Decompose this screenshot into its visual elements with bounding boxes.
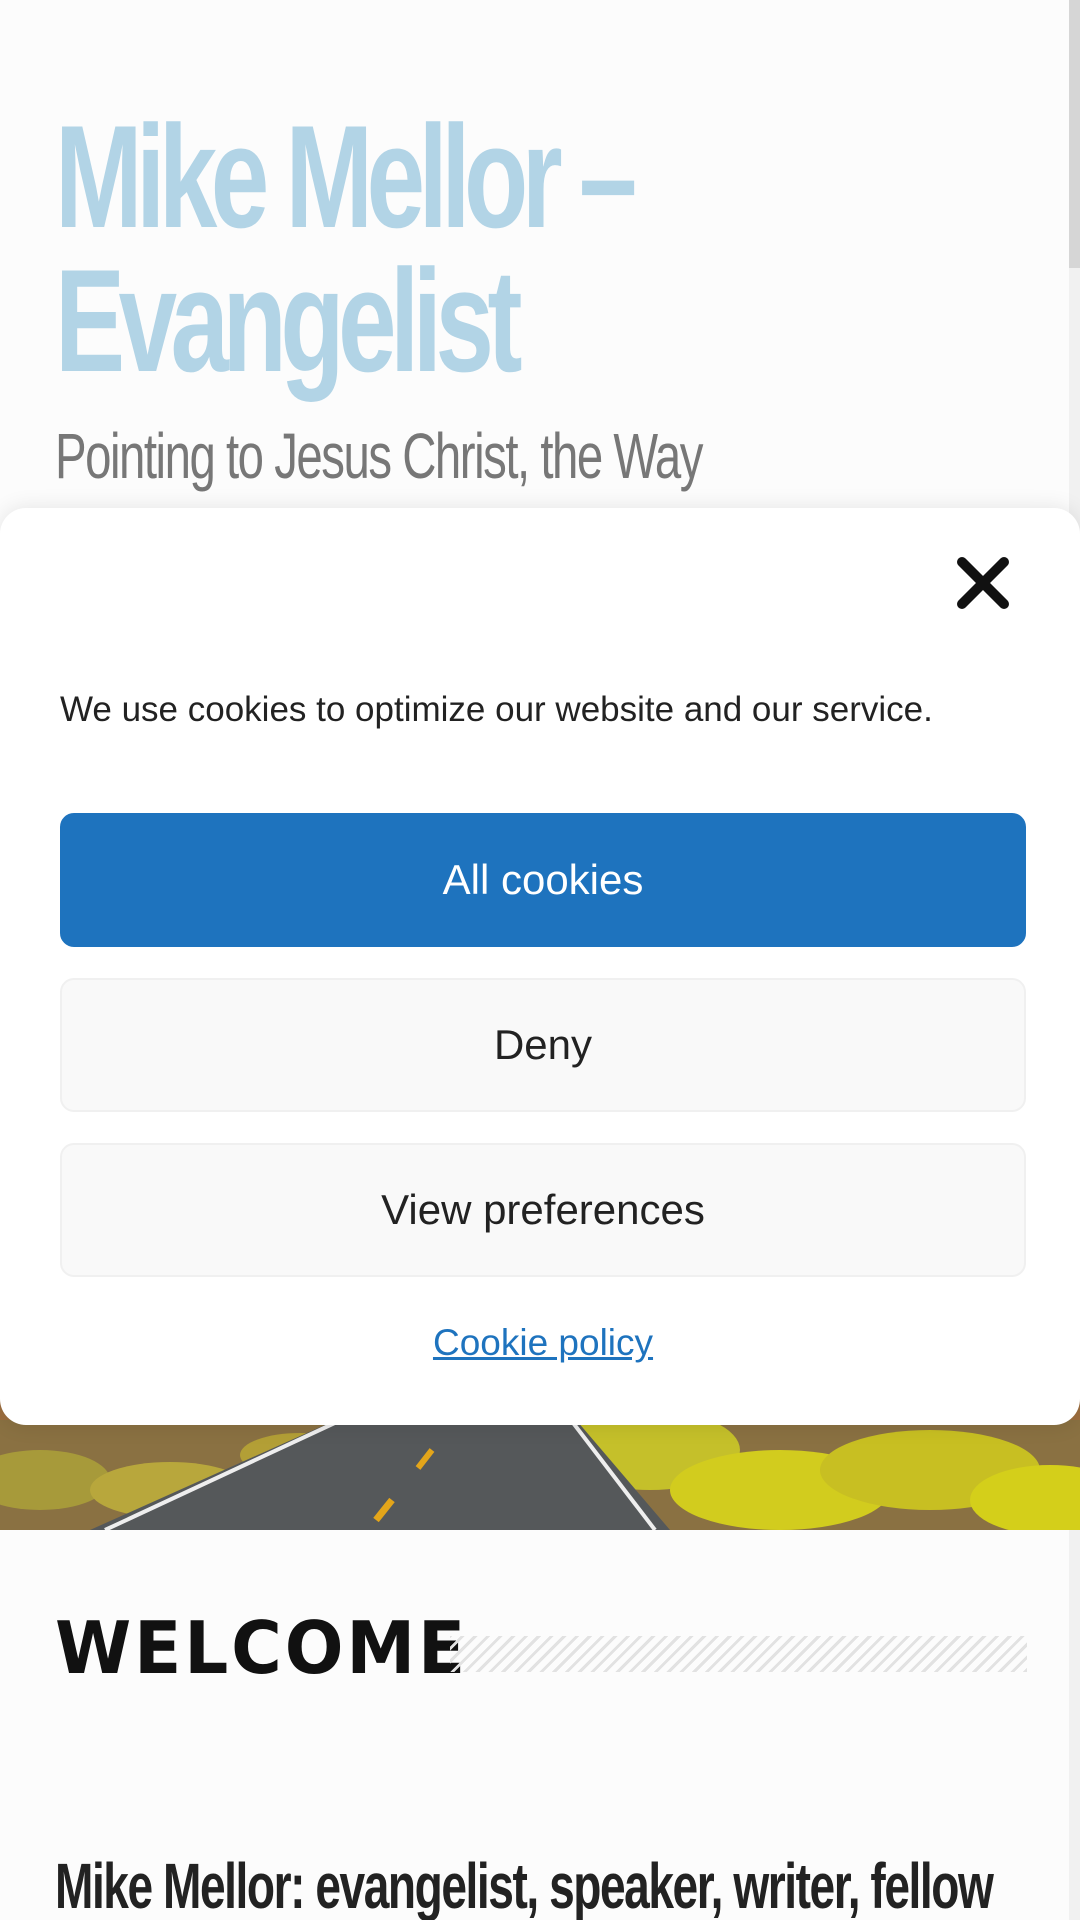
cookie-message: We use cookies to optimize our website a… <box>60 690 933 729</box>
welcome-section: WELCOME <box>55 1608 1027 1688</box>
site-title[interactable]: Mike Mellor – Evangelist <box>55 104 703 394</box>
site-title-line-2[interactable]: Evangelist <box>55 248 703 394</box>
view-preferences-button[interactable]: View preferences <box>60 1143 1026 1277</box>
cookie-policy-link[interactable]: Cookie policy <box>0 1320 1080 1366</box>
site-tagline: Pointing to Jesus Christ, the Way <box>55 420 703 492</box>
scrollbar-thumb[interactable] <box>1069 0 1080 268</box>
site-title-line-1[interactable]: Mike Mellor – <box>55 104 703 250</box>
cookie-consent-modal <box>0 508 1080 1425</box>
heading-divider-stripes <box>450 1636 1027 1672</box>
welcome-heading: WELCOME <box>55 1606 469 1690</box>
close-button[interactable] <box>952 552 1014 614</box>
accept-all-cookies-button[interactable]: All cookies <box>60 813 1026 947</box>
close-icon <box>957 557 1009 609</box>
deny-cookies-button[interactable]: Deny <box>60 978 1026 1112</box>
post-heading: Mike Mellor: evangelist, speaker, writer… <box>55 1850 994 1920</box>
